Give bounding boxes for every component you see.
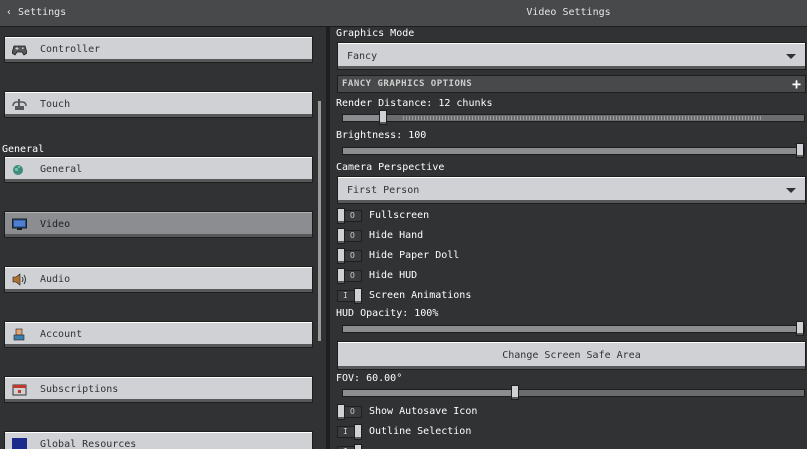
page-title: Video Settings — [526, 7, 611, 18]
sidebar-item-label: Global Resources — [40, 439, 137, 449]
hud-opacity-label: HUD Opacity: 100% — [336, 308, 439, 319]
render-distance-ticks — [403, 116, 763, 120]
toggle-row-fullscreen: O Fullscreen — [336, 208, 636, 224]
camera-perspective-value: First Person — [347, 185, 420, 196]
sidebar: Controller Touch General General Video A… — [0, 27, 326, 449]
hud-opacity-slider[interactable] — [342, 321, 805, 336]
brightness-fill — [343, 148, 800, 154]
render-distance-slider[interactable] — [342, 110, 805, 125]
globe-icon — [13, 165, 23, 175]
brightness-label: Brightness: 100 — [336, 130, 427, 141]
controller-icon — [12, 45, 27, 56]
sidebar-item-general[interactable]: General — [4, 156, 313, 183]
fancy-graphics-options-header[interactable]: FANCY GRAPHICS OPTIONS + — [337, 75, 806, 93]
account-icon — [13, 328, 25, 341]
sidebar-scrollbar[interactable] — [318, 101, 321, 341]
hud-opacity-thumb[interactable] — [796, 321, 804, 336]
title-bar: ‹ Settings Video Settings — [0, 0, 807, 27]
sidebar-item-video[interactable]: Video — [4, 211, 313, 238]
global-resources-icon — [12, 438, 27, 449]
toggle-row-show-autosave-icon: O Show Autosave Icon — [336, 404, 636, 420]
hide-paper-doll-toggle[interactable]: O — [337, 248, 362, 264]
sidebar-item-label: Controller — [40, 44, 101, 55]
sidebar-item-global-resources[interactable]: Global Resources — [4, 431, 313, 449]
sidebar-item-controller[interactable]: Controller — [4, 36, 313, 63]
toggle-row-partial: I — [336, 444, 636, 449]
fullscreen-toggle[interactable]: O — [337, 208, 362, 224]
render-distance-fill — [343, 115, 383, 121]
chevron-down-icon — [786, 54, 796, 59]
toggle-label: Hide HUD — [369, 270, 418, 281]
render-distance-thumb[interactable] — [379, 110, 387, 125]
section-label-general: General — [2, 144, 45, 155]
toggle-row-outline-selection: I Outline Selection — [336, 424, 636, 440]
toggle-label: Hide Paper Doll — [369, 250, 460, 261]
sidebar-item-label: Account — [40, 329, 83, 340]
change-screen-safe-area-button[interactable]: Change Screen Safe Area — [337, 341, 806, 370]
render-distance-label: Render Distance: 12 chunks — [336, 98, 493, 109]
video-settings-panel: Graphics Mode Fancy FANCY GRAPHICS OPTIO… — [330, 27, 807, 449]
monitor-icon — [12, 218, 27, 230]
toggle-row-hide-hand: O Hide Hand — [336, 228, 636, 244]
hud-opacity-fill — [343, 326, 800, 332]
subscriptions-icon — [12, 384, 27, 396]
graphics-mode-dropdown[interactable]: Fancy — [337, 42, 806, 70]
sidebar-item-touch[interactable]: Touch — [4, 91, 313, 118]
graphics-mode-label: Graphics Mode — [336, 28, 415, 39]
camera-perspective-label: Camera Perspective — [336, 162, 445, 173]
speaker-icon — [12, 273, 26, 286]
show-autosave-icon-toggle[interactable]: O — [337, 404, 362, 420]
toggle-label: Fullscreen — [369, 210, 430, 221]
toggle-label: Outline Selection — [369, 426, 472, 437]
touch-icon — [12, 99, 27, 110]
back-button[interactable]: ‹ Settings — [6, 7, 66, 18]
brightness-slider[interactable] — [342, 143, 805, 158]
expand-plus-icon[interactable]: + — [792, 75, 801, 93]
button-label: Change Screen Safe Area — [502, 350, 641, 361]
toggle-label: Show Autosave Icon — [369, 406, 478, 417]
sidebar-item-label: Subscriptions — [40, 384, 119, 395]
toggle-row-screen-animations: I Screen Animations — [336, 288, 636, 304]
hide-hud-toggle[interactable]: O — [337, 268, 362, 284]
fov-slider[interactable] — [342, 385, 805, 400]
fov-thumb[interactable] — [511, 385, 519, 400]
fancy-graphics-options-title: FANCY GRAPHICS OPTIONS — [342, 79, 473, 89]
fov-label: FOV: 60.00° — [336, 373, 403, 384]
sidebar-item-label: Audio — [40, 274, 71, 285]
outline-selection-toggle[interactable]: I — [337, 424, 362, 440]
graphics-mode-value: Fancy — [347, 51, 378, 62]
sidebar-item-audio[interactable]: Audio — [4, 266, 313, 293]
toggle-row-hide-paper-doll: O Hide Paper Doll — [336, 248, 636, 264]
sidebar-item-label: Video — [40, 219, 71, 230]
sidebar-item-label: General — [40, 164, 83, 175]
camera-perspective-dropdown[interactable]: First Person — [337, 176, 806, 204]
toggle-row-hide-hud: O Hide HUD — [336, 268, 636, 284]
sidebar-item-label: Touch — [40, 99, 71, 110]
screen-animations-toggle[interactable]: I — [337, 288, 362, 304]
sidebar-item-subscriptions[interactable]: Subscriptions — [4, 376, 313, 403]
chevron-down-icon — [786, 188, 796, 193]
toggle-label: Hide Hand — [369, 230, 424, 241]
sidebar-item-account[interactable]: Account — [4, 321, 313, 348]
hide-hand-toggle[interactable]: O — [337, 228, 362, 244]
fov-fill — [343, 390, 515, 396]
brightness-thumb[interactable] — [796, 143, 804, 158]
toggle-label: Screen Animations — [369, 290, 472, 301]
